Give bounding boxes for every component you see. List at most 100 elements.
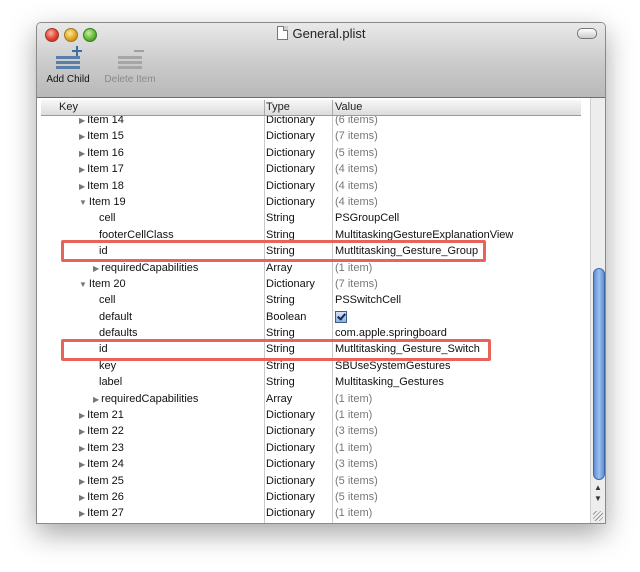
row-type[interactable]: Dictionary — [266, 130, 315, 142]
row-type[interactable]: String — [266, 294, 295, 306]
row-value[interactable]: Multitasking_Gestures — [335, 376, 444, 388]
row-key: ▶ Item 21 — [79, 409, 124, 421]
table-row[interactable]: default Boolean — [41, 309, 581, 325]
row-value[interactable]: (5 items) — [335, 475, 378, 487]
disclosure-collapsed-icon[interactable]: ▶ — [79, 460, 85, 469]
row-type[interactable]: Array — [266, 262, 292, 274]
table-row[interactable]: cell String PSGroupCell — [41, 210, 581, 226]
row-key: ▶ Item 15 — [79, 130, 124, 142]
row-type[interactable]: Boolean — [266, 311, 306, 323]
scroll-up-arrow-icon[interactable]: ▲ — [594, 483, 602, 492]
row-value[interactable]: (1 item) — [335, 409, 372, 421]
row-value[interactable]: (1 item) — [335, 262, 372, 274]
table-row[interactable]: ▶ Item 17 Dictionary (4 items) — [41, 161, 581, 177]
row-value[interactable]: PSGroupCell — [335, 212, 399, 224]
disclosure-collapsed-icon[interactable]: ▶ — [79, 149, 85, 158]
row-value[interactable] — [335, 310, 347, 325]
row-value[interactable]: (1 item) — [335, 442, 372, 454]
row-type[interactable]: String — [266, 360, 295, 372]
column-header-type[interactable]: Type — [266, 101, 290, 113]
row-type[interactable]: Dictionary — [266, 491, 315, 503]
row-key-text: Item 21 — [87, 409, 124, 422]
table-row[interactable]: cell String PSSwitchCell — [41, 292, 581, 308]
table-row[interactable]: ▶ Item 18 Dictionary (4 items) — [41, 178, 581, 194]
table-row[interactable]: ▶ Item 16 Dictionary (5 items) — [41, 145, 581, 161]
scrollbar-thumb[interactable] — [593, 268, 605, 480]
disclosure-collapsed-icon[interactable]: ▶ — [93, 264, 99, 273]
row-value[interactable]: (4 items) — [335, 163, 378, 175]
row-value[interactable]: PSSwitchCell — [335, 294, 401, 306]
disclosure-collapsed-icon[interactable]: ▶ — [79, 477, 85, 486]
row-value[interactable]: (5 items) — [335, 147, 378, 159]
window-title-text: General.plist — [292, 26, 366, 41]
table-row[interactable]: ▼ Item 19 Dictionary (4 items) — [41, 194, 581, 210]
disclosure-collapsed-icon[interactable]: ▶ — [79, 427, 85, 436]
toolbar-toggle-button[interactable] — [577, 28, 597, 39]
column-header-value[interactable]: Value — [335, 101, 362, 113]
table-row[interactable]: ▶ Item 26 Dictionary (5 items) — [41, 489, 581, 505]
disclosure-collapsed-icon[interactable]: ▶ — [79, 116, 85, 125]
row-type[interactable]: Array — [266, 393, 292, 405]
row-value[interactable]: (7 items) — [335, 278, 378, 290]
row-value[interactable]: MultitaskingGestureExplanationView — [335, 229, 513, 241]
table-row[interactable]: ▶ Item 23 Dictionary (1 item) — [41, 440, 581, 456]
row-type[interactable]: Dictionary — [266, 475, 315, 487]
column-header-key[interactable]: Key — [59, 101, 78, 113]
row-type[interactable]: Dictionary — [266, 196, 315, 208]
row-key-text: Item 20 — [88, 277, 126, 290]
disclosure-expanded-icon[interactable]: ▼ — [79, 198, 87, 207]
disclosure-collapsed-icon[interactable]: ▶ — [79, 182, 85, 191]
disclosure-expanded-icon[interactable]: ▼ — [79, 280, 87, 289]
disclosure-collapsed-icon[interactable]: ▶ — [79, 165, 85, 174]
row-key: ▼ Item 20 — [79, 278, 126, 290]
row-key-text: Item 17 — [87, 163, 124, 176]
row-value[interactable]: com.apple.springboard — [335, 327, 447, 339]
row-value[interactable]: (4 items) — [335, 180, 378, 192]
disclosure-collapsed-icon[interactable]: ▶ — [79, 444, 85, 453]
table-row[interactable]: ▶ Item 15 Dictionary (7 items) — [41, 128, 581, 144]
row-type[interactable]: Dictionary — [266, 278, 315, 290]
row-value[interactable]: (1 item) — [335, 507, 372, 519]
row-type[interactable]: String — [266, 376, 295, 388]
row-value[interactable]: (3 items) — [335, 425, 378, 437]
row-type[interactable]: String — [266, 229, 295, 241]
row-type[interactable]: Dictionary — [266, 409, 315, 421]
row-type[interactable]: Dictionary — [266, 147, 315, 159]
disclosure-collapsed-icon[interactable]: ▶ — [79, 132, 85, 141]
row-type[interactable]: Dictionary — [266, 442, 315, 454]
resize-grip-icon[interactable] — [593, 511, 603, 521]
row-key-text: Item 25 — [87, 474, 124, 487]
table-row[interactable]: ▼ Item 20 Dictionary (7 items) — [41, 276, 581, 292]
table-row[interactable]: ▶ Item 25 Dictionary (5 items) — [41, 473, 581, 489]
boolean-checkbox[interactable] — [335, 310, 347, 323]
disclosure-collapsed-icon[interactable]: ▶ — [93, 395, 99, 404]
row-type[interactable]: Dictionary — [266, 163, 315, 175]
row-value[interactable]: (1 item) — [335, 393, 372, 405]
disclosure-collapsed-icon[interactable]: ▶ — [79, 411, 85, 420]
row-type[interactable]: Dictionary — [266, 180, 315, 192]
row-value[interactable]: SBUseSystemGestures — [335, 360, 451, 372]
table-row[interactable]: ▶ Item 22 Dictionary (3 items) — [41, 423, 581, 439]
table-row[interactable]: ▶ Item 21 Dictionary (1 item) — [41, 407, 581, 423]
table-row[interactable]: ▶ requiredCapabilities Array (1 item) — [41, 391, 581, 407]
row-type[interactable]: String — [266, 327, 295, 339]
row-type[interactable]: String — [266, 212, 295, 224]
row-value[interactable]: (5 items) — [335, 491, 378, 503]
add-child-button[interactable]: Add Child — [39, 46, 97, 85]
row-key: defaults — [99, 327, 138, 339]
disclosure-collapsed-icon[interactable]: ▶ — [79, 509, 85, 518]
row-value[interactable]: (4 items) — [335, 196, 378, 208]
row-type[interactable]: Dictionary — [266, 507, 315, 519]
row-key-text: Item 16 — [87, 146, 124, 159]
vertical-scrollbar[interactable]: ▲ ▼ — [590, 98, 605, 523]
row-value[interactable]: (3 items) — [335, 458, 378, 470]
row-type[interactable]: Dictionary — [266, 425, 315, 437]
table-row[interactable]: ▶ Item 24 Dictionary (3 items) — [41, 456, 581, 472]
disclosure-collapsed-icon[interactable]: ▶ — [79, 493, 85, 502]
table-row[interactable]: ▶ Item 27 Dictionary (1 item) — [41, 505, 581, 521]
table-row[interactable]: label String Multitasking_Gestures — [41, 374, 581, 390]
row-type[interactable]: Dictionary — [266, 458, 315, 470]
row-value[interactable]: (7 items) — [335, 130, 378, 142]
scroll-down-arrow-icon[interactable]: ▼ — [594, 494, 602, 503]
delete-item-button[interactable]: Delete Item — [99, 49, 161, 85]
